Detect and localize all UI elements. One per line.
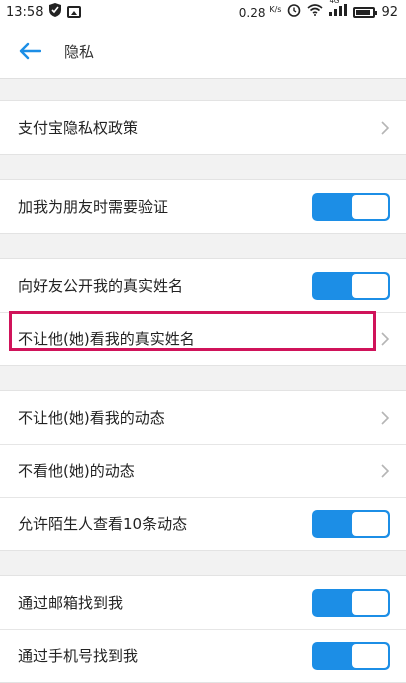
row-label: 不看他(她)的动态 <box>18 462 135 480</box>
settings-group-policy: 支付宝隐私权政策 <box>0 100 406 155</box>
arrow-left-icon <box>19 42 41 60</box>
row-label: 向好友公开我的真实姓名 <box>18 277 184 295</box>
settings-group-verification: 加我为朋友时需要验证 <box>0 179 406 234</box>
row-label: 通过邮箱找到我 <box>18 594 124 612</box>
row-hide-my-moments[interactable]: 不让他(她)看我的动态 <box>0 391 406 444</box>
row-label: 通过手机号找到我 <box>18 647 139 665</box>
show-real-name-toggle[interactable] <box>312 271 390 300</box>
row-add-friend-verification: 加我为朋友时需要验证 <box>0 180 406 233</box>
status-bar: 13:58 0.28 K/s 4G 92 <box>0 0 406 24</box>
row-hide-real-name-from[interactable]: 不让他(她)看我的真实姓名 <box>0 312 406 365</box>
chevron-right-icon <box>381 331 390 346</box>
page-title: 隐私 <box>64 42 95 61</box>
net-speed: 0.28 K/s <box>238 4 282 20</box>
find-by-email-toggle[interactable] <box>312 588 390 617</box>
shield-icon <box>49 3 62 21</box>
row-label: 支付宝隐私权政策 <box>18 119 139 137</box>
status-time: 13:58 <box>6 4 44 20</box>
chevron-right-icon <box>381 463 390 478</box>
back-button[interactable] <box>8 29 52 73</box>
row-alipay-privacy-policy[interactable]: 支付宝隐私权政策 <box>0 101 406 154</box>
row-label: 不让他(她)看我的真实姓名 <box>18 330 195 348</box>
row-show-real-name: 向好友公开我的真实姓名 <box>0 259 406 312</box>
toggle-knob <box>352 273 388 298</box>
find-by-phone-toggle[interactable] <box>312 641 390 670</box>
add-friend-verification-toggle[interactable] <box>312 192 390 221</box>
row-hide-their-moments[interactable]: 不看他(她)的动态 <box>0 444 406 497</box>
toggle-knob <box>352 194 388 219</box>
chevron-right-icon <box>381 410 390 425</box>
toggle-knob <box>352 643 388 668</box>
wifi-icon <box>307 4 323 20</box>
title-bar: 隐私 <box>0 24 406 79</box>
settings-group-find-me: 通过邮箱找到我 通过手机号找到我 <box>0 575 406 683</box>
row-stranger-view-moments: 允许陌生人查看10条动态 <box>0 497 406 550</box>
alarm-clock-icon <box>287 3 301 21</box>
row-label: 加我为朋友时需要验证 <box>18 198 169 216</box>
settings-group-moments: 不让他(她)看我的动态 不看他(她)的动态 允许陌生人查看10条动态 <box>0 390 406 551</box>
image-icon <box>67 6 82 18</box>
chevron-right-icon <box>381 120 390 135</box>
row-label: 不让他(她)看我的动态 <box>18 409 165 427</box>
toggle-knob <box>352 590 388 615</box>
toggle-knob <box>352 511 388 536</box>
signal-icon: 4G <box>329 0 348 20</box>
stranger-view-moments-toggle[interactable] <box>312 509 390 538</box>
row-label: 允许陌生人查看10条动态 <box>18 515 188 533</box>
battery-level: 92 <box>381 4 398 20</box>
settings-list: 支付宝隐私权政策 加我为朋友时需要验证 向好友公开我的真实姓名 不让他(她)看我… <box>0 78 406 683</box>
row-find-by-phone: 通过手机号找到我 <box>0 629 406 682</box>
row-find-by-email: 通过邮箱找到我 <box>0 576 406 629</box>
settings-group-real-name: 向好友公开我的真实姓名 不让他(她)看我的真实姓名 <box>0 258 406 366</box>
battery-icon <box>353 6 378 18</box>
